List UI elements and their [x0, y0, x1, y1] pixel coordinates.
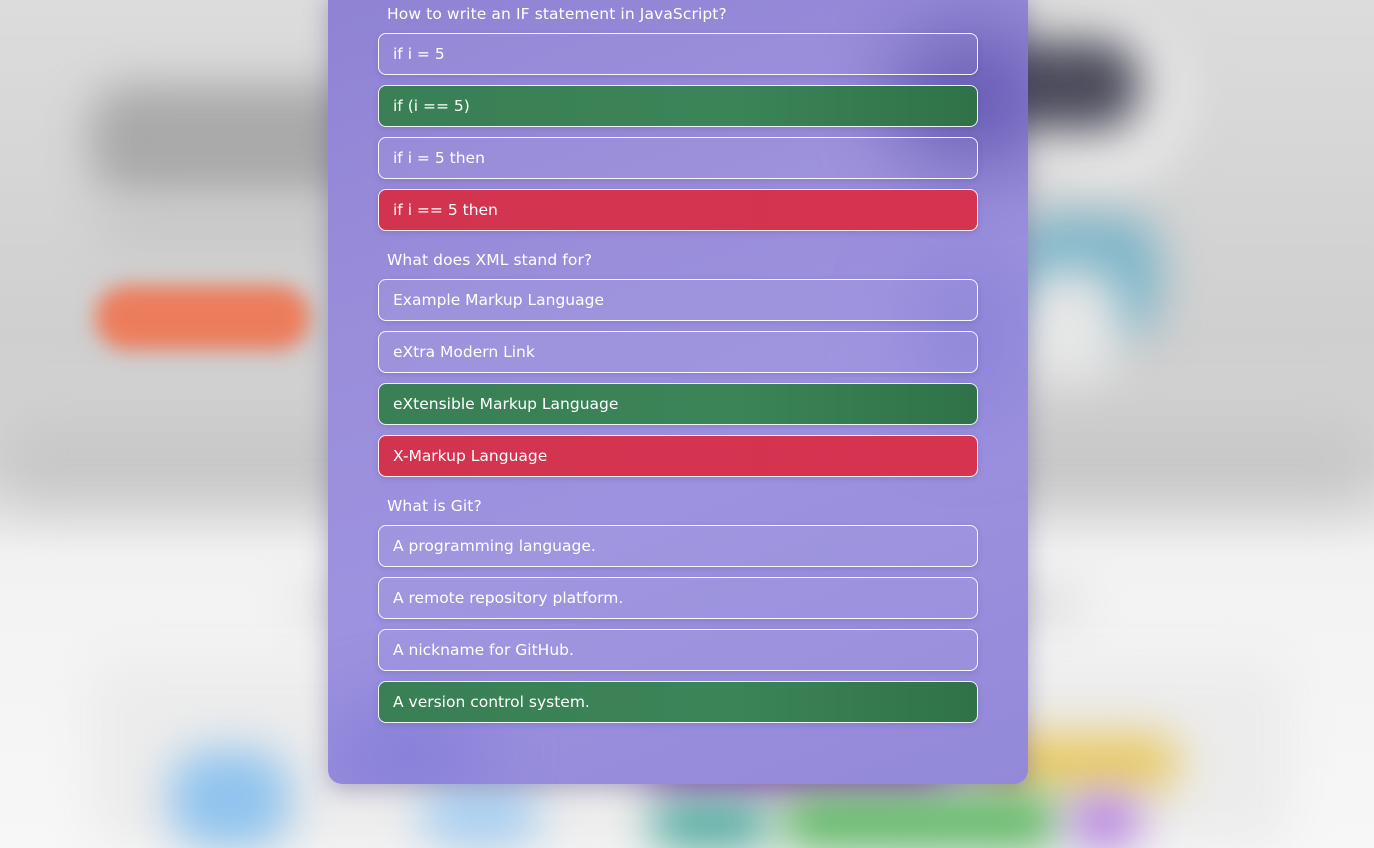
- question-block: What does XML stand for? Example Markup …: [378, 250, 978, 477]
- background-illustration-pale: [1020, 270, 1120, 390]
- question-block: How to write an IF statement in JavaScri…: [378, 4, 978, 231]
- question-text: How to write an IF statement in JavaScri…: [387, 5, 727, 23]
- background-cta-button: [95, 285, 310, 350]
- answer-option[interactable]: A programming language.: [378, 525, 978, 567]
- question-text: What is Git?: [387, 497, 482, 515]
- background-card-teal: [650, 800, 770, 848]
- answer-option-correct[interactable]: if (i == 5): [378, 85, 978, 127]
- answer-option[interactable]: if i = 5: [378, 33, 978, 75]
- question-text: What does XML stand for?: [387, 251, 593, 269]
- answer-option[interactable]: eXtra Modern Link: [378, 331, 978, 373]
- answer-options: A programming language. A remote reposit…: [378, 525, 978, 723]
- answer-option-correct[interactable]: A version control system.: [378, 681, 978, 723]
- answer-option-wrong[interactable]: X-Markup Language: [378, 435, 978, 477]
- answer-option[interactable]: if i = 5 then: [378, 137, 978, 179]
- answer-options: if i = 5 if (i == 5) if i = 5 then if i …: [378, 33, 978, 231]
- answer-option-correct[interactable]: eXtensible Markup Language: [378, 383, 978, 425]
- background-card-lightblue: [420, 780, 540, 848]
- answer-option[interactable]: A nickname for GitHub.: [378, 629, 978, 671]
- quiz-list: How to write an IF statement in JavaScri…: [378, 4, 978, 742]
- answer-options: Example Markup Language eXtra Modern Lin…: [378, 279, 978, 477]
- question-block: What is Git? A programming language. A r…: [378, 496, 978, 723]
- answer-option-wrong[interactable]: if i == 5 then: [378, 189, 978, 231]
- background-card-green: [780, 795, 1060, 848]
- background-card-violet: [1070, 795, 1140, 848]
- answer-option[interactable]: A remote repository platform.: [378, 577, 978, 619]
- answer-option[interactable]: Example Markup Language: [378, 279, 978, 321]
- background-card-blue: [170, 750, 290, 848]
- background-hero-subtitle: [100, 215, 360, 245]
- quiz-modal: How to write an IF statement in JavaScri…: [328, 0, 1028, 784]
